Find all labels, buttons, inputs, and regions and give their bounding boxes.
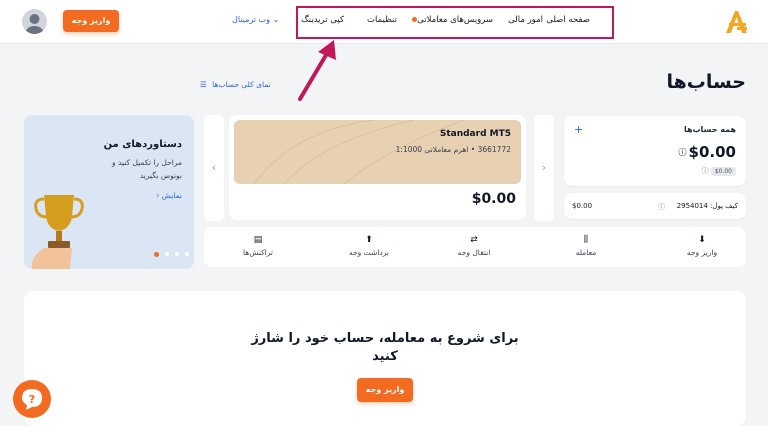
add-account-button[interactable]: + bbox=[574, 123, 583, 136]
wallet-label: کیف پول: 2954014 bbox=[676, 202, 738, 210]
list-icon: ☰ bbox=[200, 80, 207, 89]
info-icon: ⓘ bbox=[678, 148, 687, 157]
action-withdraw-label: برداشت وجه bbox=[349, 248, 389, 257]
trash-icon: ▤ bbox=[253, 235, 263, 245]
action-transactions-label: تراکنش‌ها bbox=[243, 248, 273, 257]
achievements-title: دستاوردهای من bbox=[103, 139, 182, 150]
nav-trading-services-label: سرویس‌های معاملاتی bbox=[417, 15, 493, 25]
download-icon: ⬇ bbox=[698, 235, 706, 245]
page-title: حساب‌ها bbox=[666, 71, 746, 93]
carousel-prev-button[interactable]: ‹ bbox=[204, 115, 224, 221]
wallet-value: $0.00 bbox=[572, 202, 593, 210]
carousel-dot[interactable] bbox=[175, 252, 179, 256]
web-terminal-dropdown[interactable]: ⌄ وب ترمینال bbox=[232, 15, 279, 24]
chevron-down-icon: ⌄ bbox=[269, 15, 280, 24]
total-balance-value: $0.00 bbox=[688, 143, 736, 161]
account-card[interactable]: Standard MT5 3661772 • اهرم معاملاتی 1:1… bbox=[229, 115, 526, 220]
annotation-arrow-icon bbox=[298, 40, 336, 101]
action-withdraw[interactable]: ⬆ برداشت وجه bbox=[334, 235, 404, 257]
achievements-text-2: بونوس بگیرید bbox=[139, 171, 182, 180]
account-name: Standard MT5 bbox=[439, 129, 511, 139]
avatar[interactable] bbox=[22, 9, 47, 34]
info-icon: ⓘ bbox=[701, 167, 711, 175]
sub-balance-row: ⓘ $0.00 bbox=[702, 166, 736, 176]
logo-icon[interactable] bbox=[722, 8, 750, 36]
header-deposit-button[interactable]: واریز وجه bbox=[63, 10, 119, 32]
web-terminal-label: وب ترمینال bbox=[232, 15, 270, 24]
fund-account-card: برای شروع به معامله، حساب خود را شارژ کن… bbox=[24, 291, 746, 426]
achievements-text-1: مراحل را تکمیل کنید و bbox=[112, 158, 182, 167]
help-chat-button[interactable]: ? bbox=[13, 380, 51, 418]
accounts-overview-link[interactable]: نمای کلی حساب‌ها ☰ bbox=[200, 80, 271, 89]
total-balance: ⓘ $0.00 bbox=[679, 143, 736, 161]
achievements-link-label: نمایش bbox=[161, 191, 182, 200]
nav-copy-trading[interactable]: کپی تریدینگ bbox=[301, 15, 344, 25]
candlestick-icon: ⫼ bbox=[583, 235, 589, 245]
nav-settings[interactable]: تنظیمات bbox=[367, 15, 397, 25]
account-balance: $0.00 bbox=[471, 191, 516, 207]
carousel-dot[interactable] bbox=[165, 252, 169, 256]
action-deposit-label: واریز وجه bbox=[686, 248, 718, 257]
cta-heading-line1: برای شروع به معامله، حساب خود را شارژ bbox=[251, 331, 519, 346]
all-accounts-title: همه حساب‌ها bbox=[683, 125, 736, 134]
action-transactions[interactable]: ▤ تراکنش‌ها bbox=[228, 235, 288, 257]
transfer-icon: ⇄ bbox=[470, 235, 478, 245]
user-icon bbox=[25, 14, 44, 34]
carousel-dot[interactable] bbox=[185, 252, 189, 256]
carousel-dot-active[interactable] bbox=[154, 252, 159, 257]
info-icon: ⓘ bbox=[658, 203, 665, 211]
action-trade-label: معامله bbox=[575, 248, 597, 257]
action-transfer-label: انتقال وجه bbox=[457, 248, 491, 257]
account-actions-bar: ⬇ واریز وجه ⫼ معامله ⇄ انتقال وجه ⬆ برداشت و… bbox=[204, 227, 746, 267]
wallet-card[interactable]: کیف پول: 2954014 ⓘ $0.00 bbox=[564, 193, 746, 219]
achievements-link[interactable]: نمایش ‹ bbox=[156, 191, 182, 200]
chevron-left-icon: ‹ bbox=[211, 161, 217, 174]
cta-deposit-button[interactable]: واریز وجه bbox=[357, 378, 413, 402]
all-accounts-card: همه حساب‌ها + ⓘ $0.00 ⓘ $0.00 bbox=[564, 116, 746, 186]
upload-icon: ⬆ bbox=[365, 235, 373, 245]
account-details: 3661772 • اهرم معاملاتی 1:1000 bbox=[395, 145, 511, 154]
svg-text:?: ? bbox=[29, 393, 35, 406]
nav-home[interactable]: صفحه اصلی bbox=[546, 15, 590, 25]
trophy-icon bbox=[31, 195, 84, 269]
action-trade[interactable]: ⫼ معامله bbox=[556, 235, 616, 257]
help-icon: ? bbox=[22, 389, 42, 410]
chevron-right-icon: › bbox=[541, 161, 547, 174]
action-deposit[interactable]: ⬇ واریز وجه bbox=[672, 235, 732, 257]
nav-trading-services[interactable]: سرویس‌های معاملاتی bbox=[409, 15, 493, 25]
account-card-header: Standard MT5 3661772 • اهرم معاملاتی 1:1… bbox=[234, 120, 521, 184]
sub-balance-badge: $0.00 bbox=[710, 167, 736, 176]
overview-link-label: نمای کلی حساب‌ها bbox=[212, 80, 271, 89]
action-transfer[interactable]: ⇄ انتقال وجه bbox=[444, 235, 504, 257]
nav-finance[interactable]: امور مالی bbox=[508, 15, 543, 25]
achievements-card: دستاوردهای من مراحل را تکمیل کنید و بونو… bbox=[24, 115, 194, 269]
carousel-next-button[interactable]: › bbox=[534, 115, 554, 221]
chevron-left-icon: ‹ bbox=[156, 191, 160, 200]
cta-heading-line2: کنید bbox=[372, 349, 398, 364]
top-navigation-bar: صفحه اصلی امور مالی سرویس‌های معاملاتی ت… bbox=[0, 0, 768, 44]
